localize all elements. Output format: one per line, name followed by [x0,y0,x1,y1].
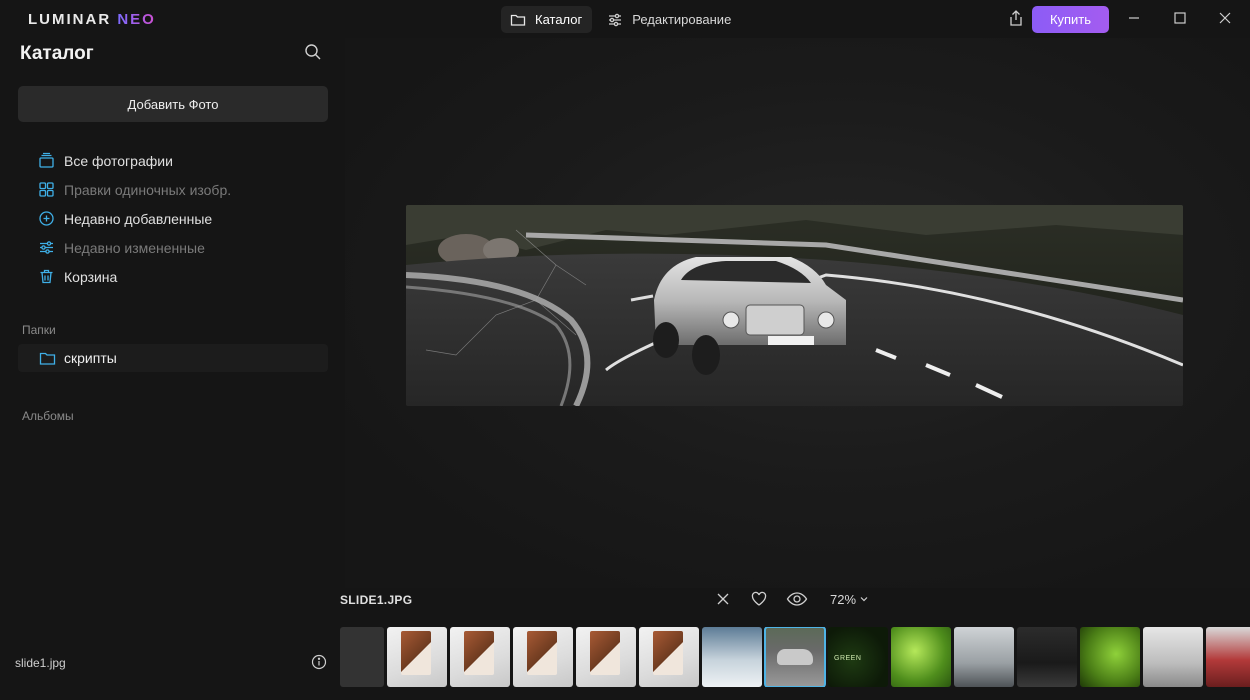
filmstrip-thumbnail[interactable] [387,627,447,687]
sidebar: Каталог Добавить Фото Все фотографии Пра… [0,38,345,700]
filmstrip-thumbnail[interactable] [639,627,699,687]
current-file-name: slide1.jpg [15,656,66,670]
filmstrip-thumbnail[interactable] [702,627,762,687]
nav-recently-edited-label: Недавно измененные [64,239,205,256]
thumbnail-text: GREEN [834,655,862,662]
buy-button[interactable]: Купить [1032,6,1109,33]
main-photo[interactable] [406,205,1183,406]
stack-icon [39,152,54,168]
maximize-icon[interactable] [1172,10,1188,26]
filmstrip-thumbnail[interactable] [1080,627,1140,687]
sliders-icon [40,241,53,254]
filmstrip-thumbnail[interactable] [954,627,1014,687]
image-filename: SLIDE1.JPG [340,593,413,607]
filmstrip-thumbnail[interactable] [340,627,384,687]
tab-edit-label: Редактирование [632,12,732,27]
info-icon[interactable] [311,654,327,670]
sidebar-title: Каталог [20,43,94,64]
add-photo-button[interactable]: Добавить Фото [18,86,328,122]
filmstrip-thumbnail[interactable] [1206,627,1250,687]
nav-single-edits-label: Правки одиночных изобр. [64,181,232,198]
search-icon[interactable] [304,43,322,61]
trash-icon [40,269,53,284]
image-viewer [345,38,1250,588]
chevron-down-icon [860,597,868,602]
nav-recently-added-label: Недавно добавленные [64,210,213,227]
nav-single-edits[interactable]: Правки одиночных изобр. [38,175,231,204]
catalog-nav: Все фотографии Правки одиночных изобр. Н… [38,146,231,291]
zoom-dropdown[interactable]: 72% [830,592,869,607]
mode-switcher: Каталог Редактирование [501,6,741,33]
filmstrip-thumbnail[interactable] [764,627,826,687]
folder-icon [39,352,56,365]
nav-all-photos-label: Все фотографии [64,152,173,169]
tab-catalog-label: Каталог [535,12,583,27]
heart-icon[interactable] [750,590,768,608]
viewer-tools: 72% [714,590,869,608]
albums-section-label: Альбомы [22,409,74,423]
grid-icon [39,182,54,197]
nav-recently-edited[interactable]: Недавно измененные [38,233,231,262]
filmstrip-thumbnail[interactable] [576,627,636,687]
filmstrip: GREEN [340,627,1250,687]
sliders-icon [609,13,622,26]
title-bar: LUMINAR NEO Каталог Редактирование Купит… [0,0,1250,38]
app-window: LUMINAR NEO Каталог Редактирование Купит… [0,0,1250,700]
tab-edit[interactable]: Редактирование [598,6,741,33]
nav-trash-label: Корзина [64,268,118,285]
filmstrip-thumbnail[interactable] [891,627,951,687]
car-photo-image [406,205,1183,406]
folder-item-scripts[interactable]: скрипты [18,344,328,372]
nav-recently-added[interactable]: Недавно добавленные [38,204,231,233]
share-icon[interactable] [1007,9,1025,27]
close-icon[interactable] [1217,10,1233,26]
plus-circle-icon [39,211,54,226]
filmstrip-thumbnail[interactable]: GREEN [828,627,888,687]
filmstrip-thumbnail[interactable] [450,627,510,687]
minimize-icon[interactable] [1126,10,1142,26]
nav-all-photos[interactable]: Все фотографии [38,146,231,175]
reject-icon[interactable] [714,590,732,608]
folders-section-label: Папки [22,323,56,337]
folder-item-label: скрипты [64,350,117,366]
filmstrip-thumbnail[interactable] [513,627,573,687]
filmstrip-thumbnail[interactable] [1017,627,1077,687]
folder-icon [510,14,526,26]
app-logo: LUMINAR NEO [28,11,156,28]
zoom-value: 72% [830,591,857,607]
filmstrip-thumbnail[interactable] [1143,627,1203,687]
nav-trash[interactable]: Корзина [38,262,231,291]
eye-icon[interactable] [786,590,808,608]
tab-catalog[interactable]: Каталог [501,6,593,33]
